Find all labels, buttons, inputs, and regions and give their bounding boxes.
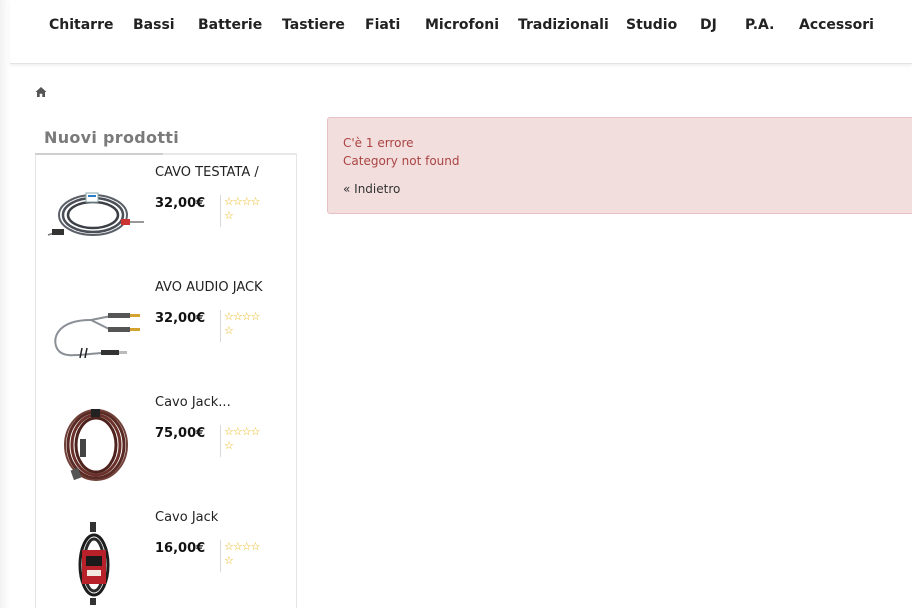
page-left-shadow <box>0 0 10 608</box>
nav-item-batterie[interactable]: Batterie <box>198 17 262 33</box>
nav-item-pa[interactable]: P.A. <box>745 17 774 33</box>
sidebar-title: Nuovi prodotti <box>44 128 180 147</box>
rating-stars-icon: ☆☆☆☆ <box>224 310 260 323</box>
new-products-list: CAVO TESTATA / 32,00€ ☆☆☆☆ ☆ AVO AUDIO J… <box>35 155 297 608</box>
error-alert: C'è 1 errore Category not found « Indiet… <box>327 117 912 214</box>
product-rating: ☆☆☆☆ ☆ <box>220 195 280 227</box>
product-image[interactable] <box>46 520 146 605</box>
rating-stars-icon: ☆☆☆☆ <box>224 540 260 553</box>
error-count: C'è 1 errore <box>343 136 414 150</box>
product-image[interactable] <box>46 405 146 490</box>
rating-stars-icon: ☆☆☆☆ <box>224 425 260 438</box>
product-image[interactable] <box>46 175 146 260</box>
product-name[interactable]: Cavo Jack... <box>155 395 231 410</box>
product-name[interactable]: AVO AUDIO JACK <box>155 280 263 295</box>
nav-item-fiati[interactable]: Fiati <box>365 17 400 33</box>
product-name[interactable]: Cavo Jack <box>155 510 218 525</box>
nav-item-studio[interactable]: Studio <box>626 17 677 33</box>
nav-item-bassi[interactable]: Bassi <box>133 17 175 33</box>
product-price: 32,00€ <box>155 196 206 211</box>
list-item[interactable]: CAVO TESTATA / 32,00€ ☆☆☆☆ ☆ <box>36 155 296 255</box>
product-image[interactable] <box>46 290 146 375</box>
nav-item-microfoni[interactable]: Microfoni <box>425 17 499 33</box>
nav-item-tradizionali[interactable]: Tradizionali <box>518 17 609 33</box>
product-price: 32,00€ <box>155 311 206 326</box>
product-price: 75,00€ <box>155 426 206 441</box>
nav-item-accessori[interactable]: Accessori <box>799 17 874 33</box>
home-icon[interactable] <box>35 86 47 98</box>
back-link[interactable]: « Indietro <box>343 182 400 196</box>
product-price: 16,00€ <box>155 541 206 556</box>
rating-stars-icon: ☆ <box>224 209 234 222</box>
product-name[interactable]: CAVO TESTATA / <box>155 165 259 180</box>
nav-item-chitarre[interactable]: Chitarre <box>49 17 113 33</box>
list-item[interactable]: Cavo Jack... 75,00€ ☆☆☆☆ ☆ <box>36 385 296 485</box>
top-navigation: Chitarre Bassi Batterie Tastiere Fiati M… <box>10 0 912 64</box>
product-rating: ☆☆☆☆ ☆ <box>220 425 280 457</box>
list-item[interactable]: Cavo Jack 16,00€ ☆☆☆☆ ☆ <box>36 500 296 605</box>
rating-stars-icon: ☆☆☆☆ <box>224 195 260 208</box>
nav-item-tastiere[interactable]: Tastiere <box>282 17 345 33</box>
nav-item-dj[interactable]: DJ <box>700 17 717 33</box>
error-message: Category not found <box>343 154 460 168</box>
rating-stars-icon: ☆ <box>224 554 234 567</box>
product-rating: ☆☆☆☆ ☆ <box>220 310 280 342</box>
rating-stars-icon: ☆ <box>224 324 234 337</box>
list-item[interactable]: AVO AUDIO JACK 32,00€ ☆☆☆☆ ☆ <box>36 270 296 370</box>
product-rating: ☆☆☆☆ ☆ <box>220 540 280 572</box>
rating-stars-icon: ☆ <box>224 439 234 452</box>
